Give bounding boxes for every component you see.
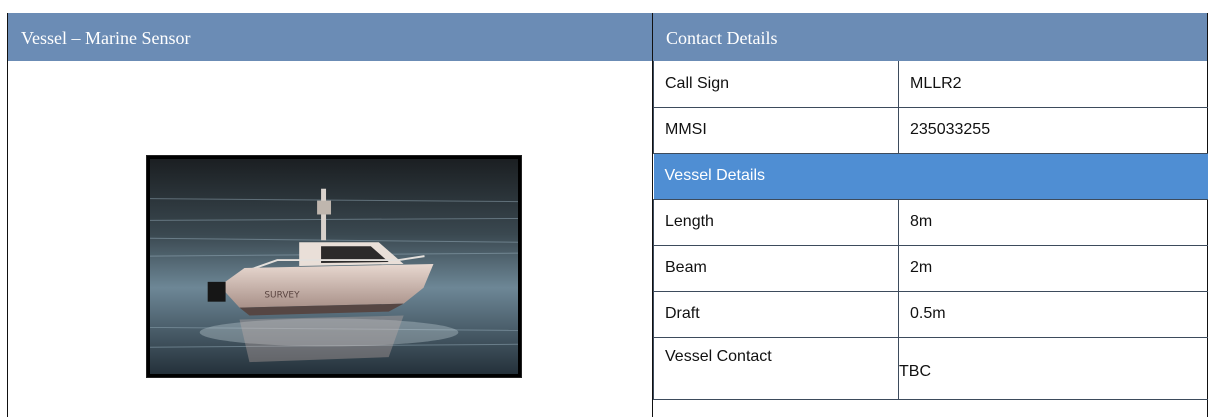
mmsi-value: 235033255 [898, 107, 1208, 154]
table-row: Vessel Contact TBC [653, 337, 1208, 400]
vessel-panel: Vessel – Marine Sensor SURVEY [7, 13, 653, 417]
draft-value: 0.5m [898, 291, 1208, 338]
mmsi-label: MMSI [653, 107, 899, 154]
table-row: MMSI 235033255 [653, 107, 1208, 154]
vessel-photo: SURVEY [146, 155, 522, 378]
vessel-details-header: Vessel Details [653, 153, 1208, 200]
vessel-contact-label: Vessel Contact [653, 337, 899, 400]
boat-image: SURVEY [150, 159, 518, 374]
table-row: Draft 0.5m [653, 291, 1208, 338]
section-row: Vessel Details [653, 153, 1208, 200]
beam-label: Beam [653, 245, 899, 292]
table-row: Call Sign MLLR2 [653, 61, 1208, 108]
vessel-contact-value: TBC [898, 337, 1208, 400]
contact-details-header: Contact Details [653, 13, 1207, 61]
details-table: Call Sign MLLR2 MMSI 235033255 Vessel De… [653, 61, 1208, 400]
boat-name-label: SURVEY [264, 291, 300, 301]
length-label: Length [653, 199, 899, 246]
draft-label: Draft [653, 291, 899, 338]
vessel-sheet: Vessel – Marine Sensor SURVEY Contact De… [7, 13, 1208, 417]
call-sign-value: MLLR2 [898, 61, 1208, 108]
vessel-title: Vessel – Marine Sensor [8, 13, 652, 61]
length-value: 8m [898, 199, 1208, 246]
details-panel: Contact Details Call Sign MLLR2 MMSI 235… [653, 13, 1208, 417]
table-row: Beam 2m [653, 245, 1208, 292]
call-sign-label: Call Sign [653, 61, 899, 108]
beam-value: 2m [898, 245, 1208, 292]
table-row: Length 8m [653, 199, 1208, 246]
